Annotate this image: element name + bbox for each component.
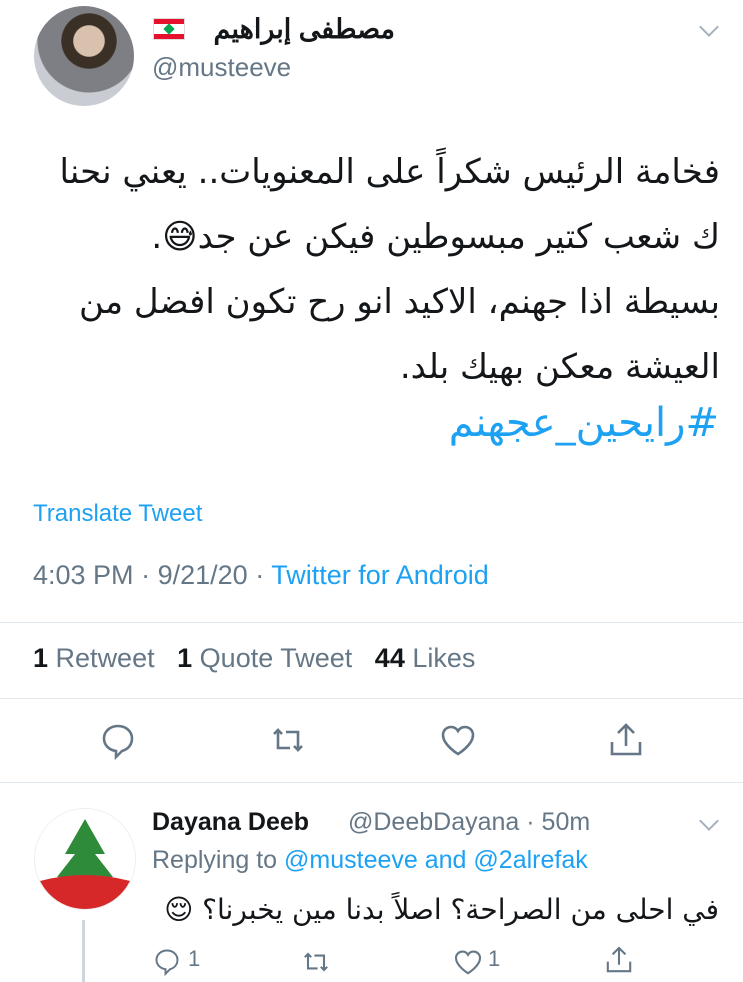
thread-line [82, 920, 85, 982]
like-count: 1 [488, 946, 501, 971]
hashtag-link[interactable]: #رايحين_عجهنم [449, 400, 719, 446]
chevron-down-icon[interactable] [699, 17, 719, 37]
reply-author-handle: @DeebDayana · 50m [348, 808, 590, 837]
action-bar [0, 720, 743, 760]
tweet-date: 9/21/20 [157, 560, 248, 590]
translate-tweet-link[interactable]: Translate Tweet [33, 500, 202, 528]
reply-time: · 50m [526, 808, 591, 836]
reply-text: في احلى من الصراحة؟ اصلاً بدنا مين يخبرن… [164, 893, 719, 926]
divider [0, 622, 743, 623]
divider [0, 782, 743, 783]
like-icon[interactable] [452, 946, 484, 978]
retweet-icon[interactable] [300, 946, 332, 978]
chevron-down-icon[interactable] [699, 811, 719, 831]
tweet-time: 4:03 PM [33, 560, 134, 590]
tweet-source-link[interactable]: Twitter for Android [271, 560, 489, 590]
replying-user-link[interactable]: @2alrefak [473, 846, 587, 874]
like-icon[interactable] [438, 720, 478, 760]
share-icon[interactable] [603, 944, 635, 976]
replying-to: Replying to @musteeve and @2alrefak [152, 846, 588, 874]
reply-icon[interactable] [98, 720, 138, 760]
likes-stat[interactable]: 44 Likes [375, 643, 476, 673]
divider [0, 698, 743, 699]
lebanon-flag-icon [153, 18, 185, 40]
author-avatar[interactable] [34, 6, 134, 106]
tweet-meta: 4:03 PM · 9/21/20 · Twitter for Android [33, 560, 489, 591]
retweets-stat[interactable]: 1 Retweet [33, 643, 155, 673]
share-icon[interactable] [606, 720, 646, 760]
tweet-stats: 1 Retweet 1 Quote Tweet 44 Likes [33, 643, 475, 674]
tweet-text: فخامة الرئيس شكراً على المعنويات.. يعني … [59, 152, 720, 387]
meta-separator: · [141, 560, 151, 590]
reply-author-avatar[interactable] [34, 808, 136, 910]
reply-handle-text[interactable]: @DeebDayana [348, 808, 519, 836]
reply-author-name[interactable]: Dayana Deeb [152, 808, 309, 837]
reply-count: 1 [188, 946, 201, 971]
retweet-icon[interactable] [268, 720, 308, 760]
replying-user-link[interactable]: @musteeve [284, 846, 418, 874]
author-name[interactable]: مصطفى إبراهيم [214, 14, 395, 45]
author-handle[interactable]: @musteeve [152, 52, 291, 83]
meta-separator: · [255, 560, 265, 590]
quote-tweets-stat[interactable]: 1 Quote Tweet [177, 643, 352, 673]
reply-icon[interactable] [152, 946, 182, 976]
